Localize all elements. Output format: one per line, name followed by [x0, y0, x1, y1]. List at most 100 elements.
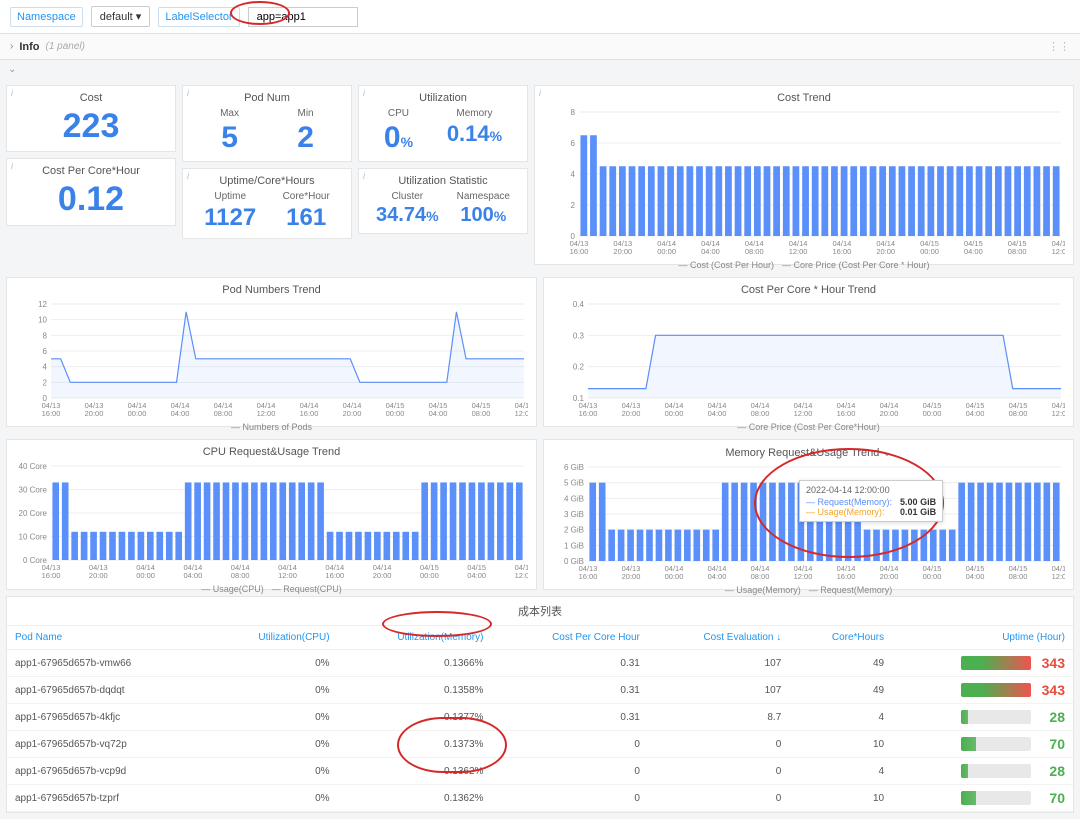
svg-text:2: 2 [571, 201, 576, 210]
cpu-ru-panel: CPU Request&Usage Trend 0 Core10 Core20 … [6, 439, 537, 590]
info-icon[interactable]: i [187, 171, 189, 181]
chevron-down-icon: ▾ [136, 11, 142, 23]
chevron-right-icon[interactable]: › [10, 41, 13, 52]
table-header[interactable]: Pod Name [7, 626, 206, 650]
info-icon[interactable]: i [11, 88, 13, 98]
cpc-hour-panel: Cost Per Core * Hour Trend 0.10.20.30.40… [543, 277, 1074, 427]
ucpu: 0% [206, 704, 337, 731]
cost: 107 [648, 677, 789, 704]
corehours: 10 [789, 785, 892, 812]
info-row-header[interactable]: › Info (1 panel) ⋮⋮ [0, 34, 1080, 60]
cpc-hour-chart[interactable]: 0.10.20.30.404/1316:0004/1320:0004/1400:… [552, 300, 1065, 420]
svg-text:4: 4 [43, 363, 48, 372]
uptime-cell: 343 [892, 650, 1073, 677]
svg-text:04:00: 04:00 [708, 572, 727, 581]
util-card: i Utilization CPU0% Memory0.14% [358, 85, 528, 162]
svg-text:00:00: 00:00 [920, 247, 939, 256]
svg-text:8: 8 [571, 108, 576, 117]
svg-text:6: 6 [571, 139, 576, 148]
svg-text:20:00: 20:00 [880, 572, 899, 581]
svg-text:04:00: 04:00 [184, 571, 203, 580]
table-row[interactable]: app1-67965d657b-tzprf 0% 0.1362% 0 0 10 … [7, 785, 1073, 812]
cost-table-panel: 成本列表 Pod NameUtilization(CPU)Utilization… [6, 596, 1074, 813]
info-subtitle: (1 panel) [46, 41, 85, 52]
table-header[interactable]: Uptime (Hour) [892, 626, 1073, 650]
svg-text:20:00: 20:00 [622, 409, 641, 418]
svg-text:20:00: 20:00 [622, 572, 641, 581]
svg-text:04:00: 04:00 [966, 572, 985, 581]
svg-text:16:00: 16:00 [579, 409, 598, 418]
namespace-dropdown[interactable]: default ▾ [91, 6, 151, 27]
svg-text:04:00: 04:00 [701, 247, 720, 256]
pod-name: app1-67965d657b-vq72p [7, 731, 206, 758]
cost-title: Cost [15, 92, 167, 104]
svg-text:00:00: 00:00 [665, 409, 684, 418]
table-header[interactable]: Core*Hours [789, 626, 892, 650]
collapse-icon[interactable]: ⌄ [0, 60, 1080, 79]
cpu-ru-chart[interactable]: 0 Core10 Core20 Core30 Core40 Core04/131… [15, 462, 528, 582]
cpu-value: 0% [384, 121, 413, 155]
info-icon[interactable]: i [539, 88, 541, 98]
svg-text:12:00: 12:00 [515, 409, 528, 418]
table-row[interactable]: app1-67965d657b-vq72p 0% 0.1373% 0 0 10 … [7, 731, 1073, 758]
cost-trend-chart[interactable]: 0246804/1316:0004/1320:0004/1400:0004/14… [543, 108, 1065, 258]
table-header[interactable]: Utilization(CPU) [206, 626, 337, 650]
cpu-ru-title: CPU Request&Usage Trend [15, 446, 528, 458]
cpch: 0 [491, 731, 647, 758]
svg-text:12:00: 12:00 [794, 409, 813, 418]
uptime-label: Uptime [204, 191, 256, 202]
pod-numbers-chart[interactable]: 02468101204/1316:0004/1320:0004/1400:000… [15, 300, 528, 420]
svg-text:0.4: 0.4 [573, 300, 585, 309]
svg-text:16:00: 16:00 [42, 409, 61, 418]
svg-text:08:00: 08:00 [1008, 247, 1027, 256]
info-icon[interactable]: i [187, 88, 189, 98]
info-icon[interactable]: i [363, 88, 365, 98]
cluster-label: Cluster [376, 191, 439, 202]
svg-text:08:00: 08:00 [1009, 572, 1028, 581]
table-header[interactable]: Utilization(Memory) [338, 626, 492, 650]
svg-text:20:00: 20:00 [343, 409, 362, 418]
svg-text:10: 10 [38, 316, 47, 325]
info-icon[interactable]: i [363, 171, 365, 181]
labelselector-label: LabelSelector [158, 7, 239, 27]
uptime-cell: 28 [892, 704, 1073, 731]
cpch: 0.31 [491, 677, 647, 704]
ucpu: 0% [206, 650, 337, 677]
svg-text:0.3: 0.3 [573, 331, 585, 340]
cost: 0 [648, 731, 789, 758]
svg-text:00:00: 00:00 [128, 409, 147, 418]
podnum-title: Pod Num [191, 92, 343, 104]
chevron-down-icon[interactable]: ⌄ [882, 447, 891, 459]
umem: 0.1373% [338, 731, 492, 758]
svg-text:00:00: 00:00 [386, 409, 405, 418]
svg-text:20:00: 20:00 [613, 247, 632, 256]
table-row[interactable]: app1-67965d657b-vmw66 0% 0.1366% 0.31 10… [7, 650, 1073, 677]
umem: 0.1358% [338, 677, 492, 704]
labelselector-input[interactable] [248, 7, 358, 27]
info-icon[interactable]: i [11, 161, 13, 171]
table-row[interactable]: app1-67965d657b-vcp9d 0% 0.1362% 0 0 4 2… [7, 758, 1073, 785]
svg-text:08:00: 08:00 [751, 409, 770, 418]
table-row[interactable]: app1-67965d657b-dqdqt 0% 0.1358% 0.31 10… [7, 677, 1073, 704]
chart-tooltip: 2022-04-14 12:00:00 — Request(Memory):5.… [799, 480, 943, 522]
charts-row-2: Pod Numbers Trend 02468101204/1316:0004/… [0, 271, 1080, 433]
mem-value: 0.14% [447, 121, 502, 147]
table-header[interactable]: Cost Per Core Hour [491, 626, 647, 650]
max-label: Max [220, 108, 239, 119]
tooltip-time: 2022-04-14 12:00:00 [806, 485, 936, 495]
ucpu: 0% [206, 758, 337, 785]
uptime-cell: 70 [892, 785, 1073, 812]
table-header[interactable]: Cost Evaluation ↓ [648, 626, 789, 650]
svg-text:6: 6 [43, 347, 48, 356]
umem: 0.1377% [338, 704, 492, 731]
svg-text:12:00: 12:00 [257, 409, 276, 418]
svg-text:00:00: 00:00 [657, 247, 676, 256]
table-row[interactable]: app1-67965d657b-4kfjc 0% 0.1377% 0.31 8.… [7, 704, 1073, 731]
cost: 0 [648, 785, 789, 812]
min-value: 2 [297, 121, 314, 155]
svg-text:16:00: 16:00 [325, 571, 344, 580]
svg-text:04:00: 04:00 [708, 409, 727, 418]
svg-text:6 GiB: 6 GiB [564, 463, 584, 472]
svg-text:12:00: 12:00 [794, 572, 813, 581]
drag-handle-icon[interactable]: ⋮⋮ [1048, 40, 1070, 53]
